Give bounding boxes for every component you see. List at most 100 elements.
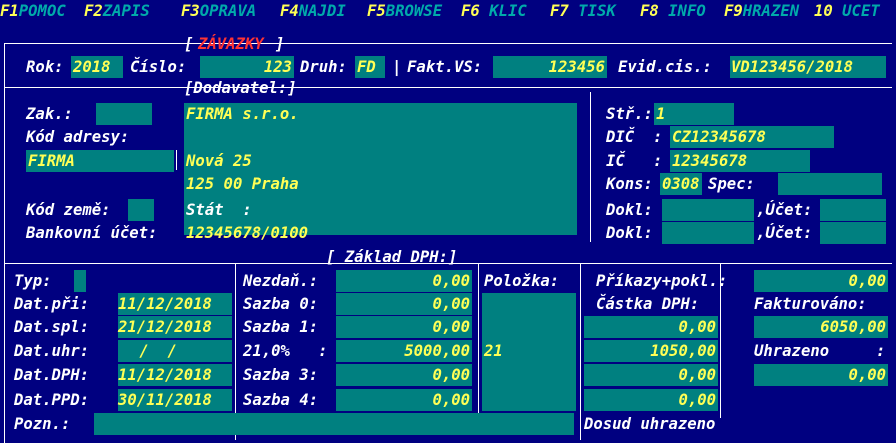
fkey-number: F5 — [367, 2, 386, 20]
ic-label: IČ : — [606, 152, 663, 170]
dat-ppd-label: Dat.PPD: — [14, 391, 90, 409]
dic-label: DIČ : — [606, 128, 663, 146]
dat-spl-value: 21/12/2018 — [118, 318, 212, 336]
terminal-screen: { "colors":{"background":"#000080","fiel… — [0, 0, 896, 443]
kod-adresy-label: Kód adresy: — [26, 128, 130, 146]
fakt-vs-value: 123456 — [548, 58, 605, 76]
column-divider-3 — [580, 264, 581, 440]
fkey-f6[interactable]: F6 KLIC — [461, 0, 527, 22]
dat-pri-value: 11/12/2018 — [118, 295, 212, 313]
ucet2-field[interactable] — [820, 222, 886, 244]
fakturovano-value: 6050,00 — [820, 318, 886, 336]
fkey-f9[interactable]: F9HRAZEN — [724, 0, 799, 22]
ucet2-label: ,Účet: — [756, 224, 813, 242]
dat-pri-label: Dat.při: — [14, 295, 90, 313]
dokl2-label: Dokl: — [606, 224, 653, 242]
sazba4-label: Sazba 4: — [243, 391, 319, 409]
fakturovano-label: Fakturováno: — [754, 295, 867, 313]
pozn-field[interactable] — [94, 413, 574, 435]
castka-value-3: 0,00 — [678, 366, 716, 384]
fkey-f4[interactable]: F4NAJDI — [280, 0, 346, 22]
typ-field[interactable] — [74, 270, 86, 292]
fkey-f2[interactable]: F2ZAPIS — [84, 0, 150, 22]
typ-label: Typ: — [14, 272, 52, 290]
dokl1-field[interactable] — [662, 199, 754, 221]
castka-dph-label: Částka DPH: — [596, 295, 700, 313]
dat-spl-label: Dat.spl: — [14, 318, 90, 336]
stat-label: Stát : — [186, 201, 252, 219]
uhrazeno-value: 0,00 — [848, 366, 886, 384]
dokl1-label: Dokl: — [606, 201, 653, 219]
nezdan-label: Nezdaň.: — [243, 272, 319, 290]
pozn-label: Pozn.: — [14, 415, 71, 433]
fkey-number: F6 — [461, 2, 480, 20]
dosud-uhrazeno-label: Dosud uhrazeno — [584, 415, 716, 433]
row1-separator: | — [392, 58, 402, 76]
cislo-value: 123 — [263, 58, 292, 76]
zak-field[interactable] — [96, 103, 152, 125]
fkey-number: F9 — [724, 2, 743, 20]
str-label: Stř.: — [606, 105, 653, 123]
fkey-label: KLIC — [479, 2, 527, 20]
castka-value-1: 0,00 — [678, 318, 716, 336]
fkey-f1[interactable]: F1POMOC — [0, 0, 66, 22]
rok-label: Rok: — [26, 58, 64, 76]
function-key-bar: F1POMOC F2ZAPIS F3OPRAVA F4NAJDI F5BROWSE F6 … — [0, 0, 896, 22]
ic-value: 12345678 — [672, 152, 748, 170]
frame-left-line — [4, 43, 5, 443]
sazba0-label: Sazba 0: — [243, 295, 319, 313]
prikazy-label: Příkazy+pokl.: — [596, 272, 728, 290]
dat-dph-value: 11/12/2018 — [118, 366, 212, 384]
fkey-f3[interactable]: F3OPRAVA — [181, 0, 256, 22]
fkey-number: F4 — [280, 2, 299, 20]
dic-value: CZ12345678 — [672, 128, 766, 146]
fkey-10[interactable]: 10 UCET — [814, 0, 880, 22]
kons-value: 0308 — [662, 175, 700, 193]
sazba3-label: Sazba 3: — [243, 366, 319, 384]
spec-field[interactable] — [778, 173, 882, 195]
bank-value: 12345678/0100 — [186, 224, 309, 242]
uhrazeno-colon: : — [876, 342, 886, 360]
sazba0-value: 0,00 — [432, 295, 470, 313]
kod-zeme-field[interactable] — [128, 199, 154, 221]
evid-cis-label: Evid.cis.: — [618, 58, 712, 76]
fkey-label: TISK — [568, 2, 616, 20]
fkey-label: HRAZEN — [742, 2, 800, 20]
druh-label: Druh: — [300, 58, 347, 76]
supplier-street: Nová 25 — [186, 152, 252, 170]
cislo-label: Číslo: — [130, 58, 187, 76]
fkey-label: UCET — [832, 2, 880, 20]
right-column-divider — [590, 92, 591, 242]
sazba4-value: 0,00 — [432, 391, 470, 409]
fkey-f7[interactable]: F7 TISK — [550, 0, 616, 22]
rok-value: 2018 — [73, 58, 111, 76]
dat-dph-label: Dat.DPH: — [14, 366, 90, 384]
fkey-label: BROWSE — [385, 2, 443, 20]
title-bracket-open: [ — [184, 35, 194, 53]
supplier-name: FIRMA s.r.o. — [186, 105, 299, 123]
str-field[interactable] — [654, 103, 734, 125]
fkey-f8[interactable]: F8 INFO — [640, 0, 706, 22]
bank-label: Bankovní účet: — [26, 224, 158, 242]
fkey-number: F3 — [181, 2, 200, 20]
ucet1-field[interactable] — [820, 199, 886, 221]
sazba3-value: 0,00 — [432, 366, 470, 384]
polozka-21-value: 21 — [484, 342, 503, 360]
nezdan-value: 0,00 — [432, 272, 470, 290]
castka-value-4: 0,00 — [678, 391, 716, 409]
fkey-label: NAJDI — [298, 2, 346, 20]
sazba21-value: 5000,00 — [404, 342, 470, 360]
fkey-number: F1 — [0, 2, 19, 20]
fakt-vs-label: Fakt.VS: — [407, 58, 483, 76]
fkey-label: OPRAVA — [199, 2, 257, 20]
screen-title: ZÁVAZKY — [198, 35, 264, 53]
fkey-label: ZAPIS — [102, 2, 150, 20]
fkey-label: INFO — [658, 2, 706, 20]
fkey-f5[interactable]: F5BROWSE — [367, 0, 442, 22]
dokl2-field[interactable] — [662, 222, 754, 244]
ucet1-label: ,Účet: — [756, 201, 813, 219]
sazba1-label: Sazba 1: — [243, 318, 319, 336]
frame-divider-1 — [4, 87, 892, 88]
sazba21-label: 21,0% : — [243, 342, 328, 360]
spec-label: Spec: — [708, 175, 755, 193]
